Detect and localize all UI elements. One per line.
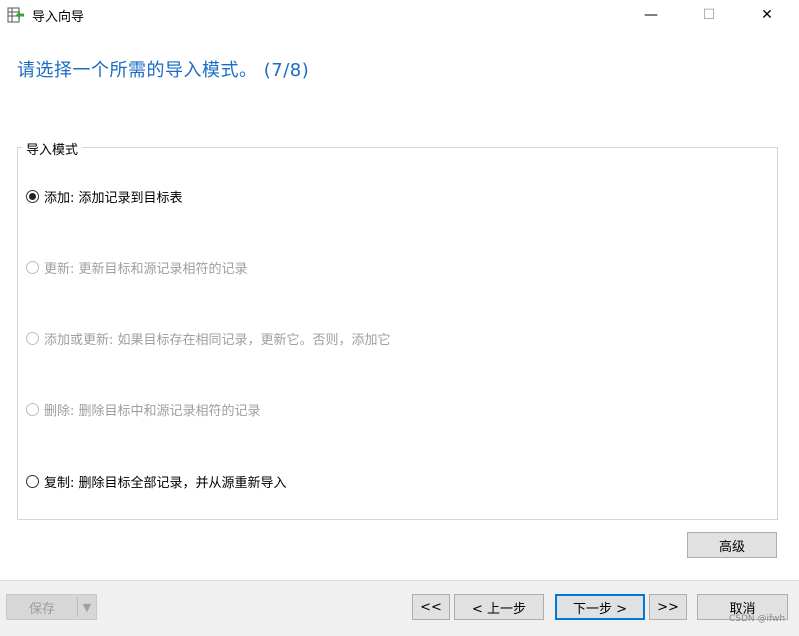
radio-option-copy[interactable]: 复制: 删除目标全部记录，并从源重新导入 [26,472,287,491]
radio-button[interactable] [26,475,39,488]
option-label: 删除: 删除目标中和源记录相符的记录 [44,404,261,419]
close-button[interactable]: ✕ [744,0,790,30]
option-label: 复制: 删除目标全部记录，并从源重新导入 [44,476,287,491]
maximize-button[interactable]: ☐ [686,0,732,30]
radio-option-append-or-update: 添加或更新: 如果目标存在相同记录，更新它。否则，添加它 [26,329,391,348]
radio-button [26,261,39,274]
radio-button[interactable] [26,190,39,203]
radio-option-append[interactable]: 添加: 添加记录到目标表 [26,187,183,206]
save-button: 保存 ▼ [6,594,97,620]
next-button[interactable]: 下一步 > [555,594,645,620]
window-title: 导入向导 [32,10,85,25]
maximize-icon: ☐ [702,7,716,23]
dropdown-arrow-icon: ▼ [82,600,92,614]
first-step-button[interactable]: << [412,594,450,620]
advanced-button[interactable]: 高级 [687,532,777,558]
page-heading: 请选择一个所需的导入模式。 (7/8) [17,60,310,81]
option-label: 更新: 更新目标和源记录相符的记录 [44,262,248,277]
last-step-button[interactable]: >> [649,594,687,620]
previous-button[interactable]: < 上一步 [454,594,544,620]
save-label: 保存 [28,601,55,617]
close-icon: ✕ [761,7,773,23]
radio-button [26,332,39,345]
option-label: 添加: 添加记录到目标表 [44,191,183,206]
watermark: CSDN @ifwh [729,614,786,624]
radio-button [26,403,39,416]
radio-option-delete: 删除: 删除目标中和源记录相符的记录 [26,400,261,419]
minimize-button[interactable]: — [628,0,674,30]
option-label: 添加或更新: 如果目标存在相同记录，更新它。否则，添加它 [44,333,391,348]
import-wizard-icon [7,7,24,23]
title-bar: 导入向导 — ☐ ✕ [0,0,799,30]
group-legend: 导入模式 [22,139,83,158]
radio-option-update: 更新: 更新目标和源记录相符的记录 [26,258,248,277]
minimize-icon: — [644,7,658,23]
